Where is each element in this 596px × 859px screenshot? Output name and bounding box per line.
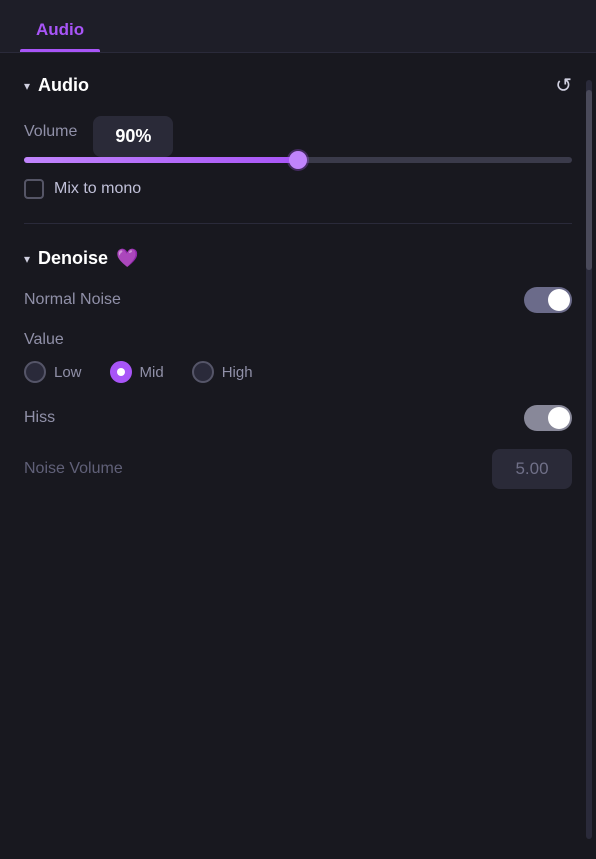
denoise-header-left: ▾ Denoise 💜: [24, 248, 138, 269]
radio-label-high: High: [222, 364, 253, 381]
volume-slider-thumb[interactable]: [289, 151, 307, 169]
hiss-row: Hiss: [24, 405, 572, 431]
denoise-section-title: Denoise: [38, 248, 108, 269]
volume-slider-fill: [24, 157, 298, 163]
radio-option-low[interactable]: Low: [24, 361, 82, 383]
denoise-section-header[interactable]: ▾ Denoise 💜: [24, 248, 572, 269]
audio-section: ▾ Audio ↺ Volume 90%: [0, 53, 596, 219]
mix-to-mono-label: Mix to mono: [54, 180, 141, 198]
volume-slider-container[interactable]: [24, 157, 572, 163]
normal-noise-label: Normal Noise: [24, 291, 121, 309]
main-panel: ▾ Audio ↺ Volume 90%: [0, 53, 596, 509]
mix-to-mono-row[interactable]: Mix to mono: [24, 179, 572, 199]
hiss-toggle-knob: [548, 407, 570, 429]
scrollbar[interactable]: [586, 80, 592, 839]
volume-value-box[interactable]: 90%: [93, 116, 173, 157]
audio-section-header[interactable]: ▾ Audio ↺: [24, 73, 572, 98]
radio-circle-mid: [110, 361, 132, 383]
section-divider: [24, 223, 572, 224]
mix-to-mono-checkbox[interactable]: [24, 179, 44, 199]
normal-noise-toggle-knob: [548, 289, 570, 311]
denoise-section: ▾ Denoise 💜 Normal Noise Value Low: [0, 228, 596, 509]
scrollbar-thumb[interactable]: [586, 90, 592, 270]
audio-chevron-icon: ▾: [24, 79, 30, 93]
volume-slider-track: [24, 157, 572, 163]
radio-circle-high: [192, 361, 214, 383]
denoise-chevron-icon: ▾: [24, 252, 30, 266]
noise-volume-label: Noise Volume: [24, 460, 123, 478]
radio-option-mid[interactable]: Mid: [110, 361, 164, 383]
volume-label: Volume: [24, 123, 77, 141]
tab-bar: Audio: [0, 0, 596, 53]
app-container: Audio ▾ Audio ↺ Volume 90%: [0, 0, 596, 859]
diamond-badge-icon: 💜: [116, 248, 138, 269]
noise-volume-row: Noise Volume 5.00: [24, 449, 572, 489]
radio-option-high[interactable]: High: [192, 361, 253, 383]
audio-header-left: ▾ Audio: [24, 75, 89, 96]
hiss-toggle[interactable]: [524, 405, 572, 431]
normal-noise-toggle[interactable]: [524, 287, 572, 313]
volume-control: Volume 90%: [24, 116, 572, 163]
tab-audio[interactable]: Audio: [20, 12, 100, 52]
radio-circle-low: [24, 361, 46, 383]
radio-label-mid: Mid: [140, 364, 164, 381]
radio-group: Low Mid High: [24, 361, 572, 383]
radio-label-low: Low: [54, 364, 82, 381]
value-label: Value: [24, 331, 572, 349]
normal-noise-row: Normal Noise: [24, 287, 572, 313]
reset-icon[interactable]: ↺: [555, 73, 572, 98]
audio-section-title: Audio: [38, 75, 89, 96]
value-radio-group-container: Value Low Mid High: [24, 331, 572, 383]
hiss-label: Hiss: [24, 409, 55, 427]
noise-volume-value-box[interactable]: 5.00: [492, 449, 572, 489]
